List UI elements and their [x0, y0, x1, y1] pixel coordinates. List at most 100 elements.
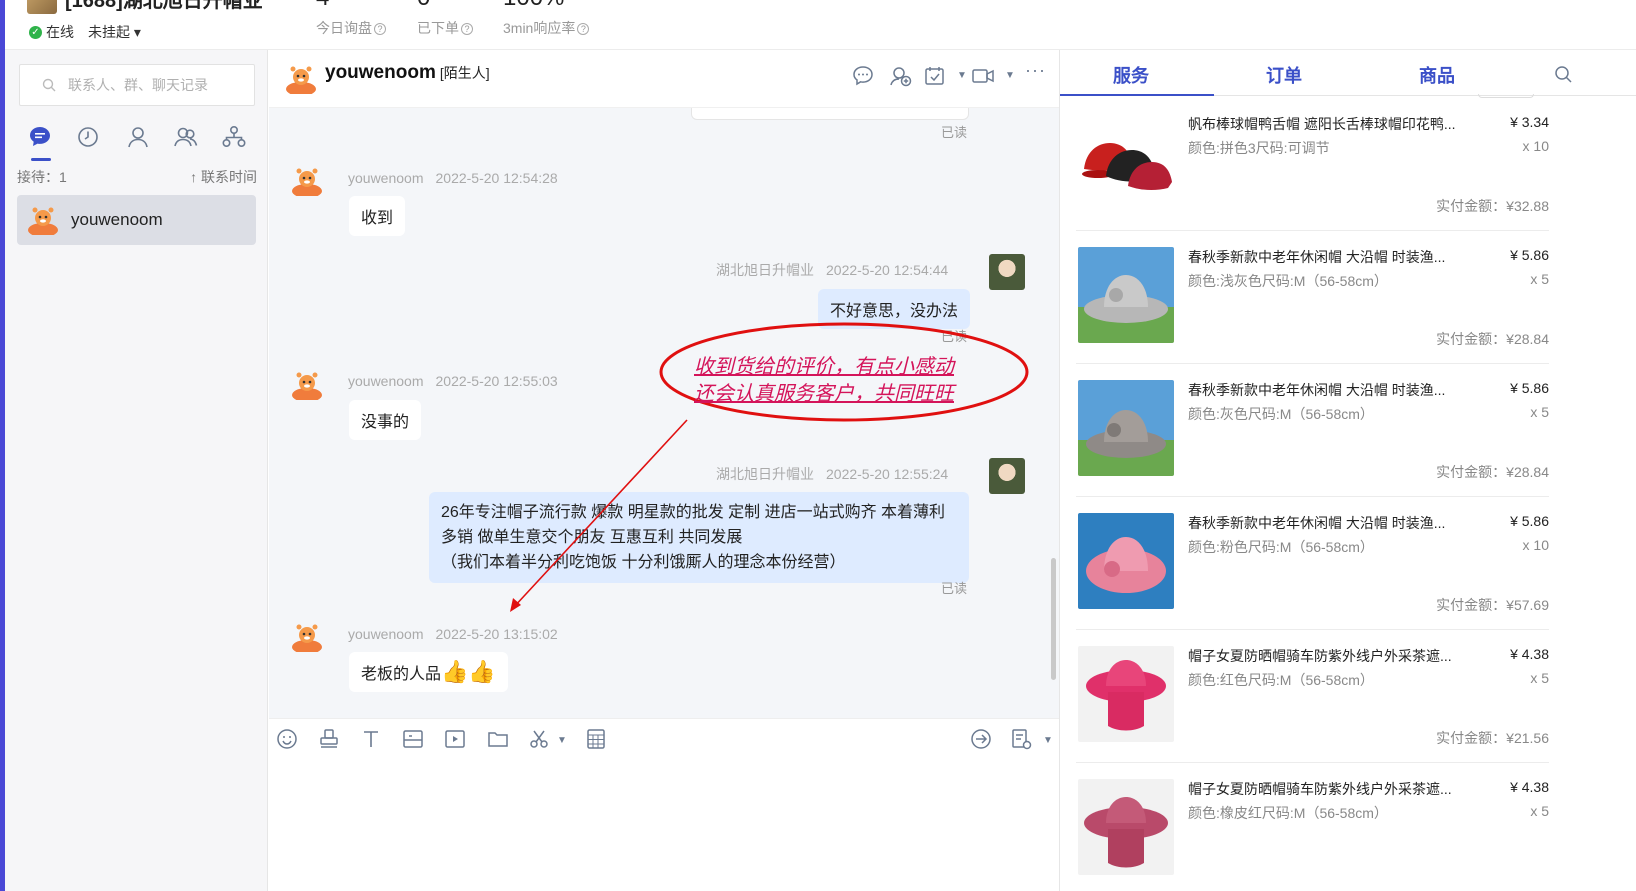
hang-status-dropdown[interactable]: 未挂起 ▾: [88, 22, 141, 42]
message-sender: youwenoom: [348, 170, 424, 186]
calculator-icon[interactable]: [584, 727, 608, 751]
chevron-down-icon[interactable]: ▼: [957, 70, 967, 81]
stat-orders: 0 已下单?: [417, 0, 473, 38]
contact-name: youwenoom: [71, 210, 163, 229]
contact-item[interactable]: youwenoom: [17, 195, 256, 245]
stat-label: 已下单: [417, 20, 459, 36]
video-call-icon[interactable]: [971, 64, 995, 88]
message-meta: 湖北旭日升帽业 2022-5-20 12:54:44: [716, 260, 948, 280]
product-price: ¥ 3.34: [1510, 114, 1549, 130]
add-contact-icon[interactable]: [889, 64, 913, 88]
message-meta: youwenoom 2022-5-20 12:55:03: [348, 373, 558, 389]
stat-value: 4: [316, 0, 386, 18]
document-settings-icon[interactable]: [1009, 727, 1033, 751]
product-price: ¥ 4.38: [1510, 646, 1549, 662]
message-bubble: 没事的: [349, 400, 422, 440]
message-bubble: 26年专注帽子流行款 爆款 明星款的批发 定制 进店一站式购齐 本着薄利 多销 …: [429, 492, 969, 583]
recent-clock-icon[interactable]: [75, 124, 101, 150]
contacts-sidebar: 接待：1 ↑ 联系时间 youwenoom: [5, 50, 268, 891]
text-format-icon[interactable]: [359, 727, 383, 751]
help-icon[interactable]: ?: [577, 22, 590, 35]
emoji-icon[interactable]: [275, 727, 299, 751]
app-window: [1688]湖北旭日升帽业 ✓ 在线 未挂起 ▾ 4 今日询盘? 0 已下单? …: [0, 0, 1636, 891]
contact-person-icon[interactable]: [125, 124, 151, 150]
product-total: 实付金额：¥28.84: [1436, 331, 1549, 347]
chevron-down-icon[interactable]: ▼: [1005, 70, 1015, 81]
search-box[interactable]: [19, 64, 255, 106]
product-total: 实付金额：¥32.88: [1436, 198, 1549, 214]
chat-scrollbar[interactable]: [1051, 558, 1056, 680]
product-image-light-gray-hat: [1078, 247, 1174, 343]
message-meta: youwenoom 2022-5-20 13:15:02: [348, 626, 558, 642]
stat-value: 0: [417, 0, 473, 18]
stat-label: 今日询盘: [316, 20, 372, 36]
stat-value: 100%: [503, 0, 589, 18]
chevron-down-icon[interactable]: ▼: [1043, 735, 1053, 746]
folder-icon[interactable]: [486, 727, 510, 751]
product-item[interactable]: 春秋季新款中老年休闲帽 大沿帽 时装渔... 颜色:粉色尺码:M（56-58cm…: [1076, 497, 1549, 630]
stat-response-rate: 100% 3min响应率?: [503, 0, 590, 38]
reception-count: 接待：1: [17, 169, 67, 185]
more-icon[interactable]: ···: [1025, 60, 1046, 81]
message-meta: youwenoom 2022-5-20 12:54:28: [348, 170, 558, 186]
product-title: 春秋季新款中老年休闲帽 大沿帽 时装渔...: [1188, 382, 1446, 398]
tab-orders[interactable]: 订单: [1266, 62, 1302, 88]
stat-label: 3min响应率: [503, 20, 576, 36]
stat-inquiries: 4 今日询盘?: [316, 0, 386, 38]
product-item[interactable]: 春秋季新款中老年休闲帽 大沿帽 时装渔... 颜色:灰色尺码:M（56-58cm…: [1076, 364, 1549, 497]
chevron-down-icon[interactable]: ▼: [557, 735, 567, 746]
product-spec: 颜色:拼色3尺码:可调节: [1188, 140, 1330, 156]
product-spec: 颜色:浅灰色尺码:M（56-58cm）: [1188, 273, 1388, 289]
status-row: ✓ 在线 未挂起 ▾: [29, 22, 141, 42]
search-input[interactable]: [68, 77, 228, 93]
task-check-icon[interactable]: [923, 64, 947, 88]
stamp-icon[interactable]: [317, 727, 341, 751]
tab-products[interactable]: 商品: [1419, 62, 1455, 88]
video-icon[interactable]: [443, 727, 467, 751]
right-tabs: 服务 订单 商品: [1060, 50, 1636, 98]
product-item[interactable]: 帆布棒球帽鸭舌帽 遮阳长舌棒球帽印花鸭... 颜色:拼色3尺码:可调节 ¥ 3.…: [1076, 98, 1549, 231]
product-spec: 颜色:灰色尺码:M（56-58cm）: [1188, 406, 1374, 422]
sidebar-nav: [25, 124, 255, 161]
product-item[interactable]: 春秋季新款中老年休闲帽 大沿帽 时装渔... 颜色:浅灰色尺码:M（56-58c…: [1076, 231, 1549, 364]
product-image-gray-hat: [1078, 380, 1174, 476]
message-time: 2022-5-20 12:54:28: [435, 170, 558, 186]
product-title: 帽子女夏防晒帽骑车防紫外线户外采茶遮...: [1188, 648, 1452, 664]
product-image-baseball-caps: [1078, 114, 1174, 210]
tab-service[interactable]: 服务: [1113, 62, 1149, 88]
product-qty: x 5: [1530, 670, 1549, 686]
message-line: 26年专注帽子流行款 爆款 明星款的批发 定制 进店一站式购齐 本着薄利: [441, 504, 946, 521]
group-icon[interactable]: [173, 124, 199, 150]
chat-icon[interactable]: [27, 124, 53, 150]
product-spec: 颜色:红色尺码:M（56-58cm）: [1188, 672, 1374, 688]
message-history-icon[interactable]: [969, 727, 993, 751]
product-total: 实付金额：¥57.69: [1436, 597, 1549, 613]
self-avatar: [989, 458, 1025, 494]
organization-icon[interactable]: [221, 124, 247, 150]
online-check-icon: ✓: [29, 25, 42, 39]
message-sender: youwenoom: [348, 373, 424, 389]
message-sender: 湖北旭日升帽业: [716, 262, 814, 278]
quick-reply-icon[interactable]: [851, 64, 875, 88]
annotation-text-line2: 还会认真服务客户，共同旺旺: [694, 381, 954, 405]
message-bubble: 不好意思，没办法: [818, 289, 971, 329]
chat-panel: youwenoom [陌生人] ▼ ▼ ··· 已读 youwenoom 2022-…: [269, 50, 1059, 891]
product-total: 实付金额：¥28.84: [1436, 464, 1549, 480]
help-icon[interactable]: ?: [461, 22, 473, 35]
top-header: [1688]湖北旭日升帽业 ✓ 在线 未挂起 ▾ 4 今日询盘? 0 已下单? …: [5, 0, 1636, 50]
sort-by-contact-time[interactable]: ↑ 联系时间: [190, 167, 257, 187]
product-title: 春秋季新款中老年休闲帽 大沿帽 时装渔...: [1188, 249, 1446, 265]
image-icon[interactable]: [401, 727, 425, 751]
help-icon[interactable]: ?: [374, 22, 386, 35]
message-text: 老板的人品: [361, 666, 442, 683]
scissors-icon[interactable]: [527, 727, 551, 751]
message-input-area[interactable]: ▼ ▼: [269, 718, 1059, 891]
search-icon[interactable]: [1554, 65, 1572, 83]
product-price: ¥ 5.86: [1510, 380, 1549, 396]
product-title: 春秋季新款中老年休闲帽 大沿帽 时装渔...: [1188, 515, 1446, 531]
product-item[interactable]: 帽子女夏防晒帽骑车防紫外线户外采茶遮... 颜色:红色尺码:M（56-58cm）…: [1076, 630, 1549, 763]
shop-avatar: [27, 0, 57, 14]
right-panel: 服务 订单 商品 帆布棒球帽鸭舌帽 遮阳长舌棒球帽印花鸭... 颜色:拼色3尺码…: [1059, 50, 1636, 891]
product-item[interactable]: 帽子女夏防晒帽骑车防紫外线户外采茶遮... 颜色:橡皮红尺码:M（56-58cm…: [1076, 763, 1549, 891]
product-title: 帽子女夏防晒帽骑车防紫外线户外采茶遮...: [1188, 781, 1452, 797]
